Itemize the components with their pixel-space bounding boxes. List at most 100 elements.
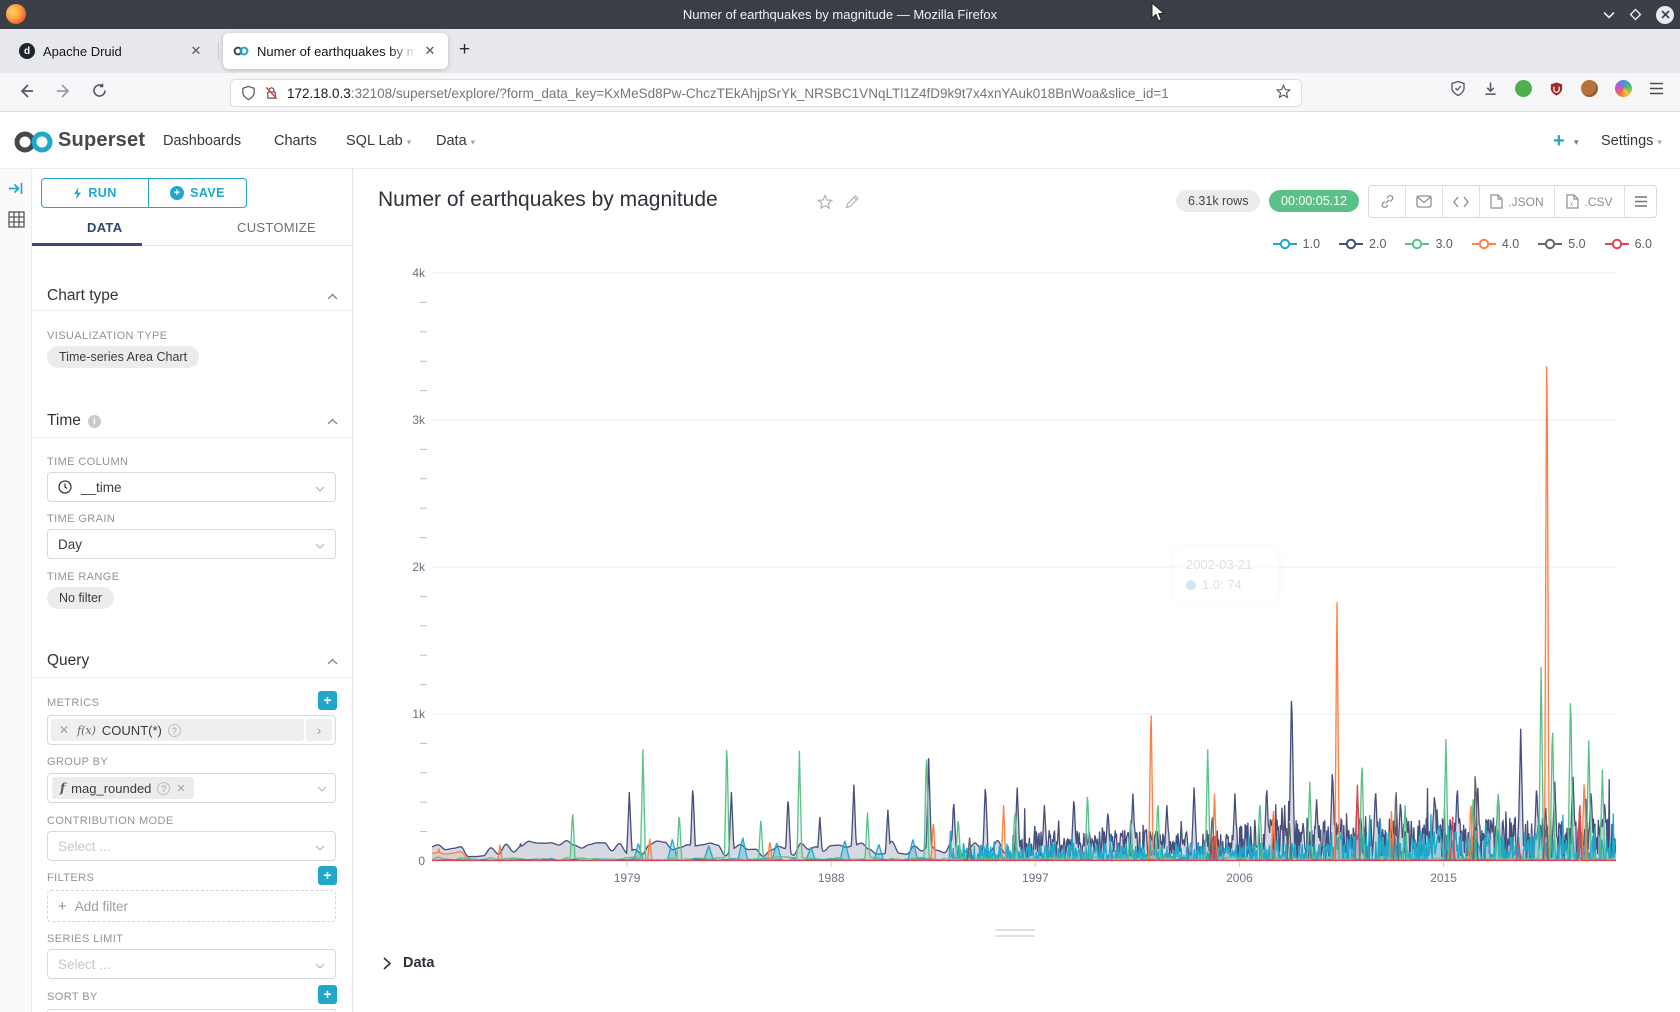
legend-label: 5.0 [1568, 237, 1585, 251]
nav-item-dashboards[interactable]: Dashboards [163, 133, 241, 149]
edit-pencil-icon[interactable] [845, 194, 860, 214]
expand-datasource-panel-icon[interactable] [8, 181, 24, 201]
add-metric-button[interactable]: + [318, 691, 337, 710]
legend-item[interactable]: 6.0 [1604, 237, 1652, 251]
section-query[interactable]: Query [47, 652, 338, 670]
privacy-badger-icon[interactable] [1515, 80, 1532, 97]
tab-earthquakes-chart[interactable]: Numer of earthquakes by magnitude ✕ [223, 33, 448, 69]
download-icon[interactable] [1483, 81, 1498, 97]
plus-icon: + [58, 898, 67, 915]
new-tab-button[interactable]: + [459, 40, 470, 60]
panel-resize-handle[interactable] [995, 929, 1035, 941]
superset-logo-icon[interactable] [13, 129, 55, 160]
sort-by-label: SORT BY [47, 991, 98, 1003]
legend-item[interactable]: 3.0 [1404, 237, 1452, 251]
contribution-mode-label: CONTRIBUTION MODE [47, 815, 174, 827]
legend-label: 3.0 [1435, 237, 1452, 251]
tab-label: Numer of earthquakes by magnitude [257, 44, 416, 59]
chevron-up-icon[interactable] [327, 652, 338, 670]
filters-label: FILTERS [47, 872, 94, 884]
extension-pinwheel-icon[interactable] [1615, 80, 1632, 97]
time-grain-select[interactable]: Day [47, 529, 336, 559]
brand-name[interactable]: Superset [58, 129, 145, 152]
browser-toolbar: 172.18.0.3:32108/superset/explore/?form_… [0, 73, 1680, 112]
reload-button[interactable] [92, 83, 107, 102]
tab-close-icon[interactable]: ✕ [422, 43, 438, 59]
chevron-down-icon: ▾ [1574, 137, 1579, 148]
pocket-shield-icon[interactable] [1450, 80, 1466, 97]
menu-icon[interactable] [1649, 82, 1664, 95]
more-options-menu-icon[interactable] [1625, 186, 1656, 217]
add-filter-plus-button[interactable]: + [318, 866, 337, 885]
legend-marker-icon [1404, 238, 1430, 250]
file-icon [1490, 194, 1503, 209]
chevron-down-icon [315, 839, 325, 854]
contribution-mode-select[interactable]: Select ... [47, 831, 336, 861]
ublock-shield-icon[interactable] [1549, 81, 1564, 97]
timeseries-area-chart[interactable]: 01k2k3k4k19791988199720062015 [353, 169, 1680, 1012]
forward-button[interactable] [56, 83, 72, 103]
lock-slashed-icon[interactable] [264, 85, 279, 101]
url-address-field[interactable]: 172.18.0.3:32108/superset/explore/?form_… [230, 79, 1302, 107]
tab-apache-druid[interactable]: d Apache Druid ✕ [9, 33, 214, 69]
section-chart-type[interactable]: Chart type [47, 287, 338, 305]
legend-item[interactable]: 4.0 [1471, 237, 1519, 251]
add-filter-dropzone[interactable]: + Add filter [47, 890, 336, 922]
chevron-up-icon[interactable] [327, 287, 338, 305]
window-maximize-button[interactable] [1629, 8, 1642, 21]
window-close-button[interactable] [1656, 6, 1674, 24]
series-limit-select[interactable]: Select ... [47, 949, 336, 979]
screen: Numer of earthquakes by magnitude — Mozi… [0, 0, 1680, 1012]
help-icon: ? [157, 782, 170, 795]
embed-code-button[interactable] [1443, 186, 1480, 217]
nav-item-charts[interactable]: Charts [274, 133, 317, 149]
legend-item[interactable]: 1.0 [1272, 237, 1320, 251]
nav-item-sql-lab[interactable]: SQL Lab▾ [346, 133, 411, 149]
remove-metric-icon[interactable]: ✕ [51, 723, 77, 737]
window-minimize-button[interactable] [1603, 11, 1615, 19]
save-button[interactable]: + SAVE [149, 179, 246, 207]
metric-control[interactable]: ✕ f(x) COUNT(*) ? › [47, 715, 336, 745]
copy-link-button[interactable] [1369, 186, 1406, 217]
time-column-select[interactable]: __time [47, 472, 336, 502]
panel-tabs: DATA CUSTOMIZE [32, 214, 353, 246]
time-range-pill[interactable]: No filter [47, 587, 114, 609]
chevron-up-icon[interactable] [327, 412, 338, 430]
tab-label: Apache Druid [43, 44, 182, 59]
dataset-grid-icon[interactable] [8, 211, 25, 233]
add-sort-by-button[interactable]: + [318, 985, 337, 1004]
file-icon: x [1566, 194, 1579, 209]
window-title: Numer of earthquakes by magnitude — Mozi… [0, 7, 1680, 22]
run-button[interactable]: RUN [42, 179, 149, 207]
remove-dimension-icon[interactable]: ✕ [176, 782, 185, 795]
group-by-select[interactable]: f mag_rounded ? ✕ [47, 773, 336, 803]
tooltip-date: 2002-03-21 [1186, 557, 1266, 572]
email-button[interactable] [1406, 186, 1443, 217]
favorite-star-icon[interactable] [817, 194, 833, 215]
legend-label: 2.0 [1369, 237, 1386, 251]
data-panel-toggle[interactable]: Data [383, 955, 434, 971]
new-chart-button[interactable]: + [1553, 130, 1565, 153]
section-time[interactable]: Time i [47, 412, 338, 430]
expand-metric-icon[interactable]: › [306, 719, 332, 741]
metrics-label: METRICS [47, 697, 99, 709]
svg-text:2k: 2k [412, 560, 426, 574]
tab-customize[interactable]: CUSTOMIZE [237, 220, 316, 235]
viz-type-pill[interactable]: Time-series Area Chart [47, 346, 199, 368]
chart-actions-toolbar: .JSON x .CSV [1368, 185, 1657, 218]
export-csv-button[interactable]: x .CSV [1555, 186, 1625, 217]
shield-icon[interactable] [241, 85, 256, 101]
nav-item-data[interactable]: Data▾ [436, 133, 475, 149]
star-outline-icon[interactable] [1276, 84, 1291, 102]
back-button[interactable] [18, 83, 34, 103]
tab-close-icon[interactable]: ✕ [188, 43, 204, 59]
cookie-icon[interactable] [1581, 80, 1598, 97]
group-by-label: GROUP BY [47, 756, 108, 768]
legend-item[interactable]: 5.0 [1537, 237, 1585, 251]
legend-item[interactable]: 2.0 [1338, 237, 1386, 251]
export-json-button[interactable]: .JSON [1480, 186, 1555, 217]
chart-legend: 1.0 2.0 3.0 4.0 5.0 6.0 [1272, 237, 1652, 251]
druid-favicon-icon: d [19, 43, 35, 59]
tab-data[interactable]: DATA [87, 220, 122, 235]
settings-menu[interactable]: Settings▾ [1601, 133, 1662, 149]
